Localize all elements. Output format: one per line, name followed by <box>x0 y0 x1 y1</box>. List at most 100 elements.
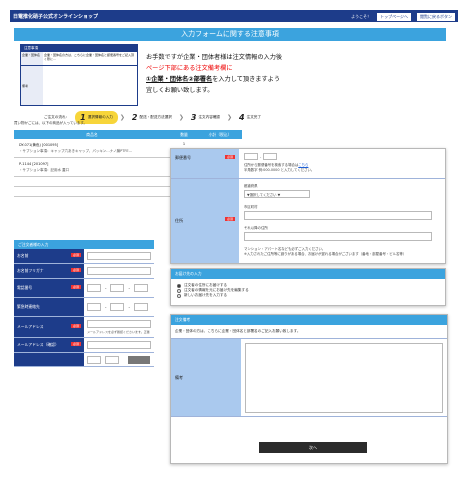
dash: - <box>105 285 107 291</box>
address-value: 都道府県 ▼選択してください ▼ 市区町村 それ以降の住所 マンション・アパート… <box>239 179 445 263</box>
notice-line-tail: を入力して頂きますよう <box>212 76 281 83</box>
field-value <box>84 264 154 278</box>
name-input[interactable] <box>87 252 151 260</box>
example-row-value: 企業・団体名の方は、こちらに企業・団体名と郵便番号をご記入頂く際に… <box>44 53 135 61</box>
product-name[interactable]: DY-071(黄色) [001095] <box>19 143 58 147</box>
remarks-section-title: 注文備考 <box>171 315 447 325</box>
postal-label: 郵便番号 必須 <box>171 149 239 178</box>
remarks-label: 備考 <box>171 339 241 416</box>
step-number: 2 <box>131 113 138 122</box>
field-row-tel: 電話番号 必須 -- <box>14 279 154 298</box>
postal-row: 郵便番号 必須 - 住所から郵便番号を検索する場合はこちら 半角数字 例:000-… <box>171 149 445 179</box>
address-label: 住所 必須 <box>171 179 239 263</box>
postal-inputs: - <box>244 153 440 160</box>
notice-line: お手数ですが企業・団体者様は注文情報の入力後 <box>146 54 283 61</box>
cart-header-row: 商品名 数量 小計（税込） <box>14 130 242 139</box>
notice-line: ①企業・団体名②部署名を入力して頂きますよう <box>146 74 296 85</box>
notice-line-red: ページ下部にある注文備考欄に <box>146 65 233 72</box>
radio-checked-icon[interactable] <box>177 283 181 288</box>
product-name[interactable]: P-1144 [201097] <box>19 162 48 166</box>
site-header: 日電推化硝子公式オンラインショップ ようこそ！ トップページへ 閲覧に戻るボタン <box>10 10 458 22</box>
example-row-label: 備考 <box>21 66 43 105</box>
orderer-section-title: ご注文者様の入力 <box>14 240 154 249</box>
dash: - <box>260 154 262 159</box>
email-confirm-input[interactable] <box>87 341 151 349</box>
delivery-option[interactable]: 新しいお届け先を入力する <box>177 293 439 298</box>
label-text: 緊急時連絡先 <box>17 304 40 309</box>
product-option: ・サプション事項：キャップ穴あきキャップ、パッキン…ナノ膜PTFE… <box>19 149 133 153</box>
example-row: 備考 <box>21 66 137 105</box>
field-value: -- <box>84 298 154 316</box>
cart-intro: 買い物かごには、以下の商品が入っています。 <box>14 121 87 125</box>
required-badge: 必須 <box>70 324 81 328</box>
orderer-form: ご注文者様の入力 お名前 必須 お名前フリガナ 必須 電話番号 必須 -- 緊急時連絡… <box>14 240 154 367</box>
example-row: 企業・団体名 企業・団体名の方は、こちらに企業・団体名と郵便番号をご記入頂く際に… <box>21 52 137 66</box>
required-badge: 必須 <box>70 342 81 346</box>
tel-input-2[interactable] <box>110 284 125 292</box>
postal-input-1[interactable] <box>244 153 258 160</box>
tel-input-3[interactable] <box>133 284 148 292</box>
product-cell: P-1144 [201097] ・サプション事項：記用水 蓋口 <box>14 158 170 176</box>
prefecture-select[interactable]: ▼選択してください ▼ <box>244 190 310 198</box>
tel-input-1[interactable] <box>87 284 101 292</box>
step-label: 注文内容確認 <box>198 115 221 119</box>
field-row-kana: お名前フリガナ 必須 <box>14 264 154 279</box>
address-card: 郵便番号 必須 - 住所から郵便番号を検索する場合はこちら 半角数字 例:000-… <box>170 148 446 264</box>
shop-name[interactable]: 日電推化硝子公式オンラインショップ <box>13 13 98 20</box>
extra-input[interactable] <box>105 355 119 364</box>
city-input[interactable] <box>244 211 432 220</box>
remarks-textarea[interactable] <box>245 343 443 413</box>
remarks-card: 注文備考 企業・団体の方は、こちらに企業・団体名と部署名のご記入お願い致します。… <box>170 314 448 464</box>
field-row-extra <box>14 353 154 367</box>
next-button[interactable]: 次へ <box>259 442 367 453</box>
example-row-value <box>43 66 137 105</box>
label-text: メールアドレス <box>17 324 44 329</box>
field-label <box>14 353 84 366</box>
header-nav: ようこそ！ トップページへ 閲覧に戻るボタン <box>351 13 455 21</box>
steps-label: ご注文の流れ： <box>44 115 70 119</box>
postal-input-2[interactable] <box>263 153 278 160</box>
example-remarks-box: 注意事項 企業・団体名 企業・団体名の方は、こちらに企業・団体名と郵便番号をご記… <box>20 44 138 106</box>
required-badge: 必須 <box>70 268 81 272</box>
col-product: 商品名 <box>86 132 98 137</box>
required-badge: 必須 <box>224 217 235 221</box>
emergency-input-3[interactable] <box>133 303 148 311</box>
nav-back[interactable]: 閲覧に戻るボタン <box>417 13 455 21</box>
example-box-title: 注意事項 <box>21 45 137 52</box>
field-value <box>84 249 154 263</box>
field-value: -- <box>84 279 154 297</box>
emergency-input-1[interactable] <box>87 303 101 311</box>
email-input[interactable] <box>87 320 151 328</box>
street-input[interactable] <box>244 232 432 241</box>
kana-input[interactable] <box>87 267 151 275</box>
address-row: 住所 必須 都道府県 ▼選択してください ▼ 市区町村 それ以降の住所 マンション… <box>171 179 445 263</box>
extra-input[interactable] <box>87 355 101 364</box>
notice-text: お手数ですが企業・団体者様は注文情報の入力後 ページ下部にある注文備考欄に ①企… <box>146 52 296 96</box>
field-row-emergency: 緊急時連絡先 -- <box>14 298 154 317</box>
required-badge: 必須 <box>70 285 81 289</box>
radio-icon[interactable] <box>177 293 181 298</box>
label-text: お名前フリガナ <box>17 268 44 273</box>
emergency-input-2[interactable] <box>110 303 125 311</box>
example-row-label: 企業・団体名 <box>21 52 43 65</box>
address-search-button[interactable] <box>128 356 150 364</box>
step-2: 2 配送・配送方法選択 <box>126 111 177 124</box>
step-label: 注文完了 <box>246 115 261 119</box>
product-option: ・サプション事項：記用水 蓋口 <box>19 168 70 172</box>
notice-emphasis: ①企業・団体名②部署名 <box>146 76 213 83</box>
nav-top-page[interactable]: トップページへ <box>377 13 411 21</box>
dash: - <box>105 304 107 310</box>
city-label: 市区町村 <box>244 205 258 209</box>
col-subtotal: 小計（税込） <box>208 132 232 137</box>
step-4: 4 注文完了 <box>234 111 266 124</box>
label-text: 郵便番号 <box>175 155 191 160</box>
dash: - <box>128 285 130 291</box>
label-text: 電話番号 <box>17 285 33 290</box>
radio-icon[interactable] <box>177 288 181 293</box>
step-label: 選択情報の入力 <box>87 115 113 119</box>
step-label: 配送・配送方法選択 <box>139 115 172 119</box>
dash: - <box>128 304 130 310</box>
required-badge: 必須 <box>70 253 81 257</box>
required-badge: 必須 <box>224 155 235 159</box>
remarks-value <box>241 339 447 416</box>
